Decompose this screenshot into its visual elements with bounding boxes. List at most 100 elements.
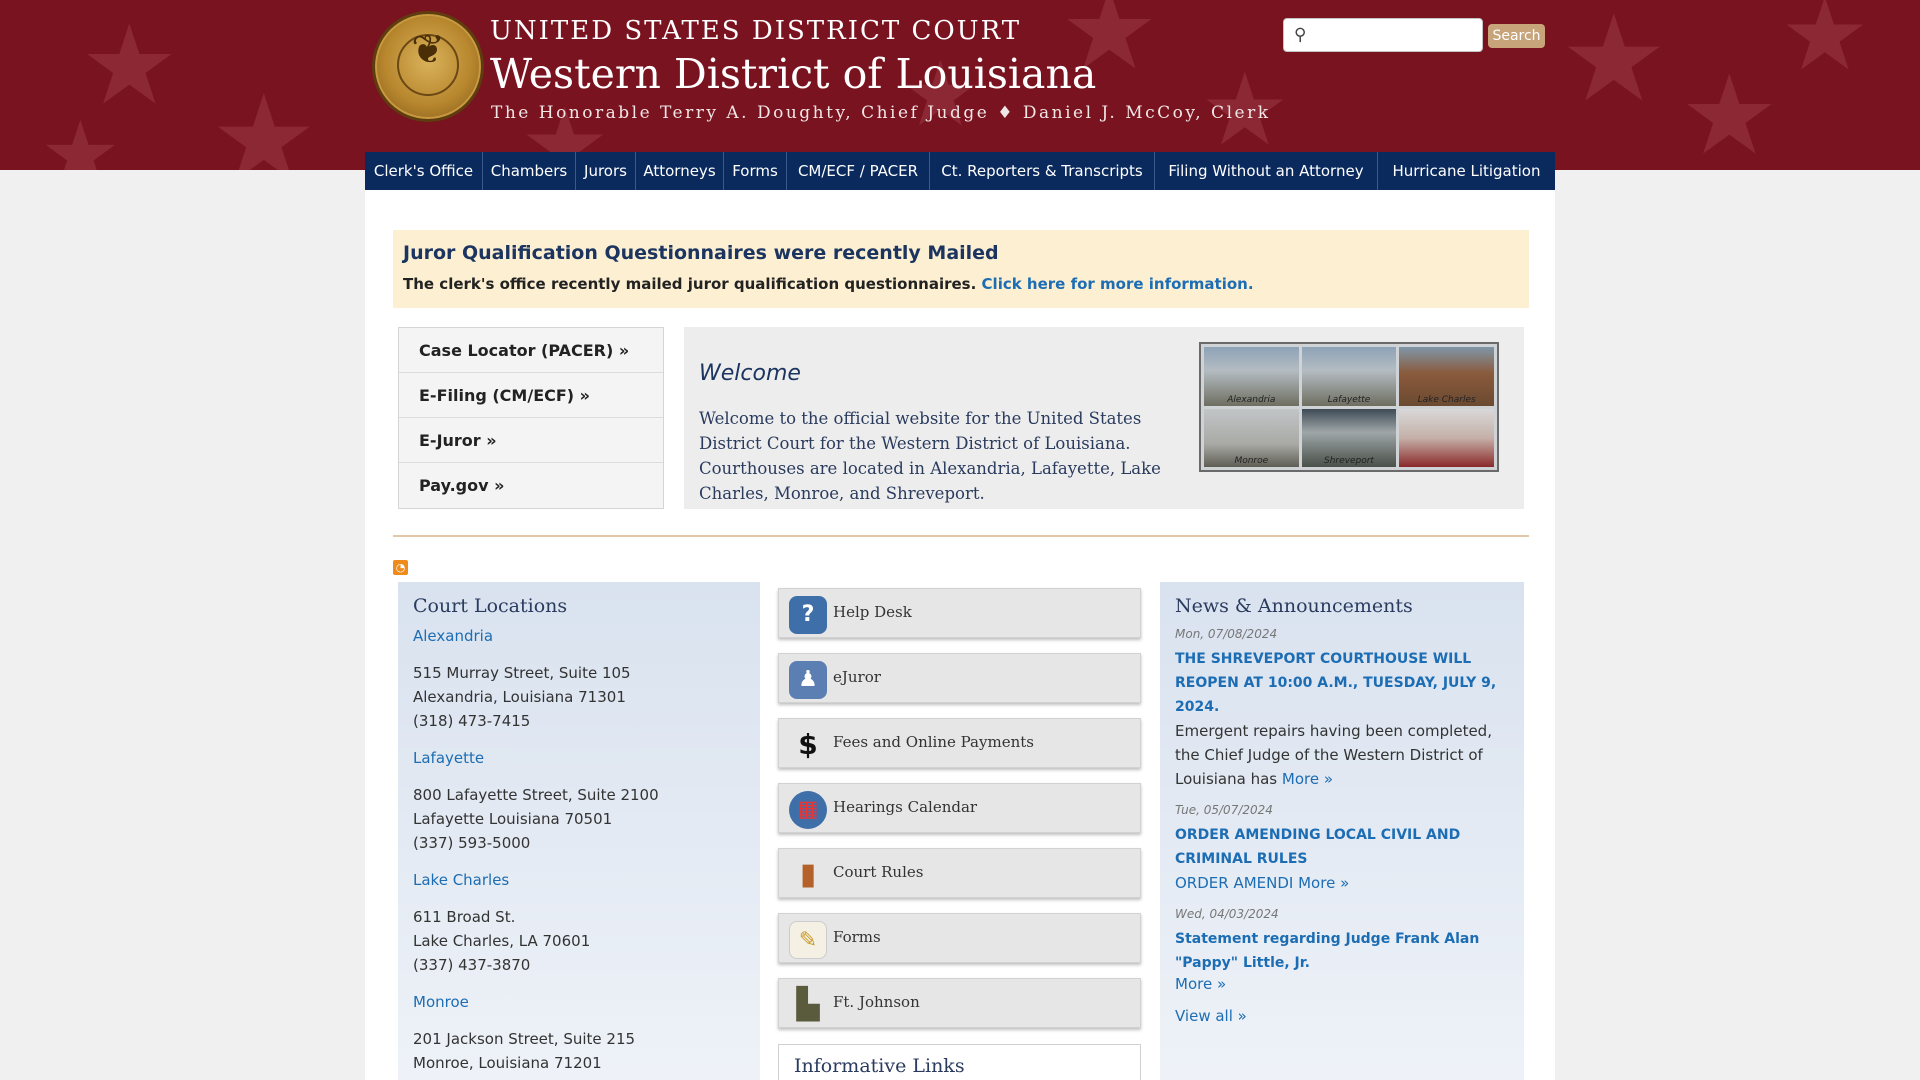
news-date: Tue, 05/07/2024 (1175, 803, 1273, 817)
photo-caption: Alexandria (1227, 394, 1276, 405)
address-line: 800 Lafayette Street, Suite 2100 (413, 786, 659, 804)
fees-payments-button[interactable]: $ Fees and Online Payments (778, 718, 1141, 768)
star-decoration: ★ (210, 70, 318, 171)
court-name[interactable]: UNITED STATES DISTRICT COURT (490, 16, 1021, 46)
address-line: Alexandria, Louisiana 71301 (413, 688, 626, 706)
location-link-alexandria[interactable]: Alexandria (413, 627, 745, 645)
photo-louisiana-map (1399, 408, 1494, 467)
hearings-calendar-button[interactable]: ▦ Hearings Calendar (778, 783, 1141, 833)
nav-forms[interactable]: Forms (724, 152, 787, 190)
welcome-panel: Welcome Welcome to the official website … (684, 327, 1524, 509)
location-address: 515 Murray Street, Suite 105 Alexandria,… (413, 661, 745, 733)
photo-caption: Lafayette (1327, 394, 1371, 405)
star-decoration: ★ (40, 102, 121, 171)
ejuror-button[interactable]: ♟ eJuror (778, 653, 1141, 703)
help-desk-icon: ? (789, 596, 827, 634)
phone-number: (318) 473-7415 (413, 712, 531, 730)
address-line: 201 Jackson Street, Suite 215 (413, 1030, 636, 1048)
address-line: 611 Broad St. (413, 908, 516, 926)
news-body-text: Emergent repairs having been completed, … (1175, 722, 1492, 788)
building-icon: ▙ (796, 987, 820, 1022)
quick-link-efiling[interactable]: E-Filing (CM/ECF) » (399, 373, 663, 418)
photo-caption: Lake Charles (1417, 394, 1476, 405)
search-input[interactable]: ⚲ (1283, 18, 1483, 52)
nav-jurors[interactable]: Jurors (576, 152, 636, 190)
informative-links-panel: Informative Links (778, 1044, 1141, 1080)
quick-link-ejuror[interactable]: E-Juror » (399, 418, 663, 463)
phone-number: (337) 593-5000 (413, 834, 531, 852)
address-line: Lake Charles, LA 70601 (413, 932, 591, 950)
alert-more-link[interactable]: Click here for more information. (982, 275, 1254, 293)
location-link-monroe[interactable]: Monroe (413, 993, 745, 1011)
eagle-icon: ❦ (411, 27, 445, 73)
eagle-seal-icon[interactable]: ❦ (372, 11, 484, 122)
main-nav: Clerk's Office Chambers Jurors Attorneys… (365, 152, 1555, 190)
nav-cmecf-pacer[interactable]: CM/ECF / PACER (787, 152, 930, 190)
informative-links-title: Informative Links (794, 1055, 965, 1077)
location-address: 611 Broad St. Lake Charles, LA 70601 (33… (413, 905, 745, 977)
judges-line: The Honorable Terry A. Doughty, Chief Ju… (491, 103, 1271, 123)
photo-monroe: Monroe (1204, 408, 1299, 467)
link-label: Hearings Calendar (833, 798, 978, 816)
star-decoration: ★ (1780, 0, 1870, 93)
forms-button[interactable]: ✎ Forms (778, 913, 1141, 963)
link-label: Court Rules (833, 863, 924, 881)
district-title[interactable]: Western District of Louisiana (490, 50, 1096, 98)
quick-links: Case Locator (PACER) » E-Filing (CM/ECF)… (398, 327, 664, 509)
dollar-icon: $ (798, 728, 818, 761)
rss-icon[interactable]: ◔ (393, 560, 408, 575)
link-label: Forms (833, 928, 881, 946)
location-link-lake-charles[interactable]: Lake Charles (413, 871, 745, 889)
locations-title: Court Locations (413, 595, 568, 617)
address-line: Lafayette Louisiana 70501 (413, 810, 613, 828)
nav-court-reporters[interactable]: Ct. Reporters & Transcripts (930, 152, 1155, 190)
alert-body-text: The clerk's office recently mailed juror… (403, 275, 977, 293)
photo-lake-charles: Lake Charles (1399, 347, 1494, 406)
nav-attorneys[interactable]: Attorneys (636, 152, 724, 190)
news-body-link[interactable]: ORDER AMENDI (1175, 874, 1293, 892)
calendar-icon: ▦ (789, 791, 827, 829)
location-address: 201 Jackson Street, Suite 215 Monroe, Lo… (413, 1027, 745, 1075)
star-decoration: ★ (1680, 51, 1779, 170)
help-desk-button[interactable]: ? Help Desk (778, 588, 1141, 638)
alert-body: The clerk's office recently mailed juror… (403, 275, 1254, 293)
address-line: Monroe, Louisiana 71201 (413, 1054, 602, 1072)
juror-alert-banner: Juror Qualification Questionnaires were … (393, 230, 1529, 308)
news-headline-link[interactable]: THE SHREVEPORT COURTHOUSE WILL REOPEN AT… (1175, 647, 1509, 719)
court-rules-button[interactable]: ▮ Court Rules (778, 848, 1141, 898)
search-button[interactable]: Search (1488, 24, 1545, 48)
service-links: ? Help Desk ♟ eJuror $ Fees and Online P… (778, 588, 1141, 1043)
link-label: Fees and Online Payments (833, 733, 1034, 751)
section-divider (393, 535, 1529, 537)
location-link-lafayette[interactable]: Lafayette (413, 749, 745, 767)
news-date: Wed, 04/03/2024 (1175, 907, 1279, 921)
news-headline-link[interactable]: ORDER AMENDING LOCAL CIVIL AND CRIMINAL … (1175, 823, 1509, 871)
alert-title: Juror Qualification Questionnaires were … (403, 242, 999, 264)
link-label: Ft. Johnson (833, 993, 920, 1011)
quick-link-case-locator[interactable]: Case Locator (PACER) » (399, 328, 663, 373)
news-date: Mon, 07/08/2024 (1175, 627, 1278, 641)
news-summary: ORDER AMENDI More » (1175, 871, 1509, 895)
news-more-link[interactable]: More » (1298, 874, 1349, 892)
main-content: Juror Qualification Questionnaires were … (365, 190, 1555, 1080)
court-locations-panel: Court Locations Alexandria 515 Murray St… (398, 582, 760, 1080)
location-address: 800 Lafayette Street, Suite 2100 Lafayet… (413, 783, 745, 855)
photo-lafayette: Lafayette (1301, 347, 1397, 406)
news-more-link[interactable]: More » (1175, 975, 1509, 993)
news-headline-link[interactable]: Statement regarding Judge Frank Alan "Pa… (1175, 927, 1509, 975)
phone-number: (337) 437-3870 (413, 956, 531, 974)
link-label: Help Desk (833, 603, 912, 621)
ft-johnson-button[interactable]: ▙ Ft. Johnson (778, 978, 1141, 1028)
welcome-title: Welcome (699, 361, 801, 386)
book-icon: ▮ (799, 857, 817, 892)
address-line: 515 Murray Street, Suite 105 (413, 664, 631, 682)
nav-chambers[interactable]: Chambers (483, 152, 576, 190)
nav-clerks-office[interactable]: Clerk's Office (365, 152, 483, 190)
news-summary: Emergent repairs having been completed, … (1175, 719, 1509, 791)
nav-hurricane-litigation[interactable]: Hurricane Litigation (1378, 152, 1555, 190)
nav-filing-without-attorney[interactable]: Filing Without an Attorney (1155, 152, 1378, 190)
view-all-news-link[interactable]: View all » (1175, 1007, 1509, 1025)
photo-caption: Monroe (1234, 456, 1269, 466)
news-more-link[interactable]: More » (1282, 770, 1333, 788)
quick-link-paygov[interactable]: Pay.gov » (399, 463, 663, 508)
